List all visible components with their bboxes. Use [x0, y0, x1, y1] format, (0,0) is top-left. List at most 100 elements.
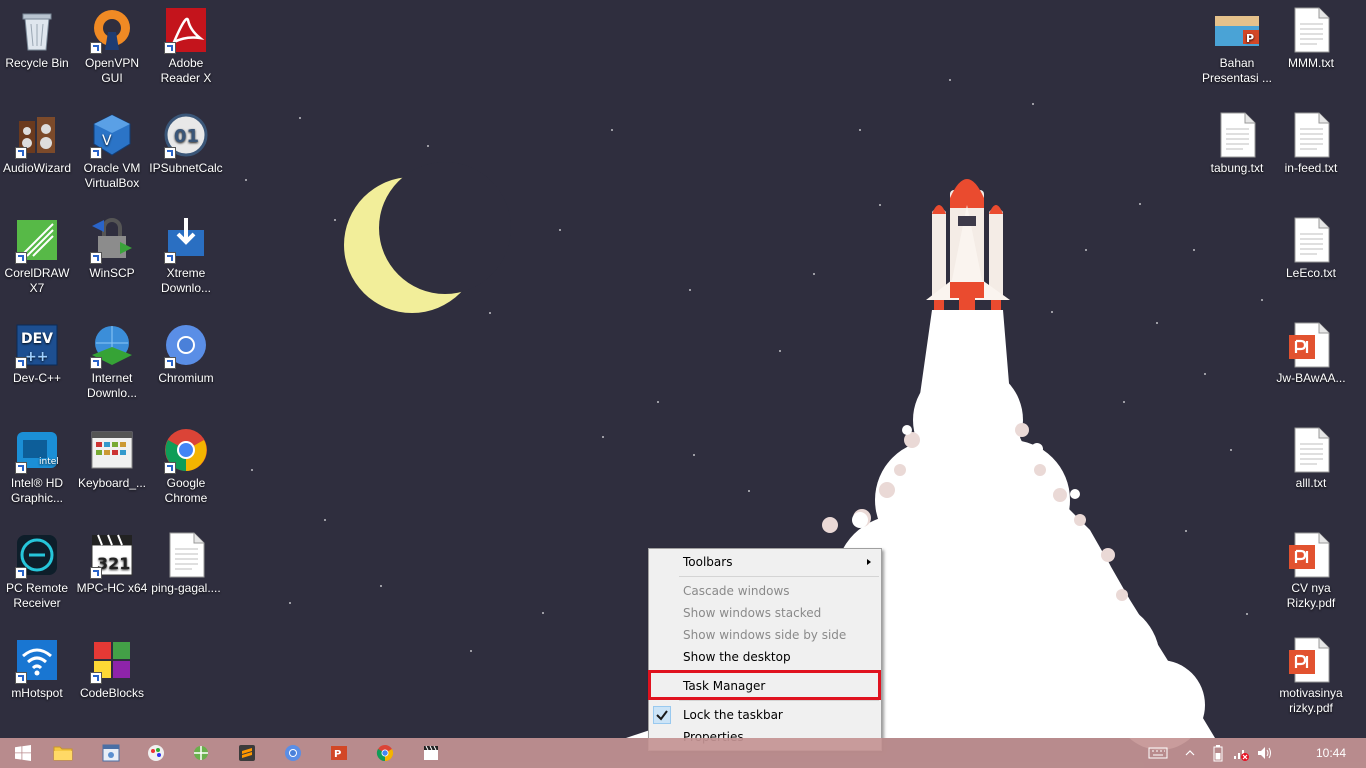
taskbar-file-explorer[interactable] — [40, 738, 86, 768]
svg-text:intel: intel — [39, 457, 59, 467]
recycle-bin-icon — [13, 6, 61, 54]
text-file-icon — [162, 531, 210, 579]
menu-item-label: Show windows stacked — [683, 606, 822, 620]
keyboard-app-icon — [88, 426, 136, 474]
intel-graphics-icon: intel — [13, 426, 61, 474]
pdf-file-icon — [1287, 531, 1335, 579]
text-file-icon — [1213, 111, 1261, 159]
menu-item-show-the-desktop[interactable]: Show the desktop — [649, 646, 881, 668]
desktop-icon-motivasinya-rizky[interactable]: motivasinya rizky.pdf — [1274, 630, 1348, 716]
desktop-icon-intel-hd[interactable]: intel Intel® HD Graphic... — [0, 420, 74, 506]
desktop-icon-mmm-txt[interactable]: MMM.txt — [1274, 0, 1348, 71]
devcpp-icon: DEV ++ — [13, 321, 61, 369]
taskbar-sublime-text[interactable] — [224, 738, 270, 768]
tray-battery[interactable] — [1208, 738, 1228, 768]
desktop-icon-jw-bawaa[interactable]: Jw-BAwAA... — [1274, 315, 1348, 386]
menu-separator — [679, 700, 879, 701]
menu-item-label: Cascade windows — [683, 584, 790, 598]
taskbar-paint-app[interactable] — [133, 738, 179, 768]
tray-network[interactable] — [1230, 738, 1252, 768]
desktop-icon-pc-remote[interactable]: PC Remote Receiver — [0, 525, 74, 611]
desktop-icon-label: WinSCP — [89, 266, 135, 280]
desktop-icon-leeco-txt[interactable]: LeEco.txt — [1274, 210, 1348, 281]
desktop-icon-label: mHotspot — [11, 686, 63, 700]
task-manager-highlight-box — [648, 670, 881, 700]
sublime-text-icon — [239, 745, 255, 761]
desktop-icon-in-feed-txt[interactable]: in-feed.txt — [1274, 105, 1348, 176]
desktop-icon-label: PC Remote Receiver — [5, 581, 69, 610]
desktop-icon-mhotspot[interactable]: mHotspot — [0, 630, 74, 701]
window-app-icon — [102, 744, 120, 762]
file-explorer-icon — [53, 746, 73, 761]
taskbar-chromium[interactable] — [270, 738, 316, 768]
tray-keyboard[interactable] — [1146, 738, 1170, 768]
taskbar-app-window[interactable] — [88, 738, 134, 768]
taskbar-network-app[interactable] — [178, 738, 224, 768]
powerpoint-icon: P — [331, 746, 347, 760]
mpc-hc-icon: 321 — [88, 531, 136, 579]
volume-icon — [1258, 747, 1271, 759]
desktop-icon-winscp[interactable]: WinSCP — [75, 210, 149, 281]
desktop-icon-adobe-reader[interactable]: Adobe Reader X — [149, 0, 223, 86]
desktop-icon-chromium[interactable]: Chromium — [149, 315, 223, 386]
shortcut-arrow-icon — [90, 147, 102, 159]
tray-show-hidden-icons[interactable] — [1180, 738, 1200, 768]
tray-volume[interactable] — [1254, 738, 1276, 768]
desktop-icon-label: ping-gagal.... — [151, 581, 221, 595]
wifi-icon — [13, 636, 61, 684]
svg-text:321: 321 — [97, 554, 130, 573]
xtreme-download-icon — [162, 216, 210, 264]
svg-text:P: P — [334, 749, 341, 760]
menu-item-lock-the-taskbar[interactable]: Lock the taskbar — [649, 704, 881, 726]
shortcut-arrow-icon — [164, 462, 176, 474]
menu-item-show-windows-stacked[interactable]: Show windows stacked — [649, 602, 881, 624]
desktop-icon-ipsubnetcalc[interactable]: 01 IPSubnetCalc — [149, 105, 223, 176]
chrome-icon — [162, 426, 210, 474]
taskbar-powerpoint[interactable]: P — [316, 738, 362, 768]
desktop-icon-devcpp[interactable]: DEV ++ Dev-C++ — [0, 315, 74, 386]
desktop-icon-tabung-txt[interactable]: tabung.txt — [1200, 105, 1274, 176]
menu-item-toolbars[interactable]: Toolbars — [649, 551, 881, 573]
desktop-icon-label: LeEco.txt — [1285, 266, 1337, 280]
coreldraw-icon — [13, 216, 61, 264]
desktop-icon-label: Recycle Bin — [5, 56, 69, 70]
desktop-icon-codeblocks[interactable]: CodeBlocks — [75, 630, 149, 701]
desktop-icon-bahan-presentasi[interactable]: P Bahan Presentasi ... — [1200, 0, 1274, 86]
menu-item-label: Show windows side by side — [683, 628, 847, 642]
shortcut-arrow-icon — [164, 42, 176, 54]
svg-text:++: ++ — [25, 349, 48, 365]
chromium-icon — [162, 321, 210, 369]
text-file-icon — [1287, 426, 1335, 474]
taskbar-clock[interactable]: 10:44 — [1316, 738, 1346, 768]
desktop-icon-xtreme[interactable]: Xtreme Downlo... — [149, 210, 223, 296]
menu-separator — [679, 576, 879, 577]
windows-start-icon — [15, 745, 31, 761]
desktop-icon-recycle-bin[interactable]: Recycle Bin — [0, 0, 74, 71]
desktop-icon-keyboard[interactable]: Keyboard_... — [75, 420, 149, 491]
menu-item-label: Show the desktop — [683, 650, 791, 664]
desktop-icon-label: Xtreme Downlo... — [160, 266, 212, 295]
submenu-arrow-icon — [867, 559, 871, 565]
taskbar-chrome[interactable] — [362, 738, 408, 768]
powerpoint-file-icon: P — [1213, 6, 1261, 54]
desktop-icon-audiowizard[interactable]: AudioWizard — [0, 105, 74, 176]
desktop-icon-openvpn[interactable]: OpenVPN GUI — [75, 0, 149, 86]
desktop-icon-coreldraw[interactable]: CorelDRAW X7 — [0, 210, 74, 296]
desktop-icon-ping-gagal[interactable]: ping-gagal.... — [149, 525, 223, 596]
openvpn-icon — [88, 6, 136, 54]
text-file-icon — [1287, 6, 1335, 54]
clapperboard-icon — [424, 745, 438, 760]
desktop-icon-label: AudioWizard — [2, 161, 72, 175]
taskbar-mpc[interactable] — [408, 738, 454, 768]
desktop-icon-cv-nya-rizky[interactable]: CV nya Rizky.pdf — [1274, 525, 1348, 611]
chrome-icon — [376, 745, 394, 762]
svg-text:V: V — [102, 133, 112, 149]
desktop-icon-idm[interactable]: Internet Downlo... — [75, 315, 149, 401]
desktop-icon-virtualbox[interactable]: V Oracle VM VirtualBox — [75, 105, 149, 191]
text-file-icon — [1287, 216, 1335, 264]
desktop-icon-mpc-hc[interactable]: 321 MPC-HC x64 — [75, 525, 149, 596]
menu-item-cascade-windows[interactable]: Cascade windows — [649, 580, 881, 602]
desktop-icon-alll-txt[interactable]: alll.txt — [1274, 420, 1348, 491]
menu-item-show-windows-side-by-side[interactable]: Show windows side by side — [649, 624, 881, 646]
desktop-icon-chrome[interactable]: Google Chrome — [149, 420, 223, 506]
